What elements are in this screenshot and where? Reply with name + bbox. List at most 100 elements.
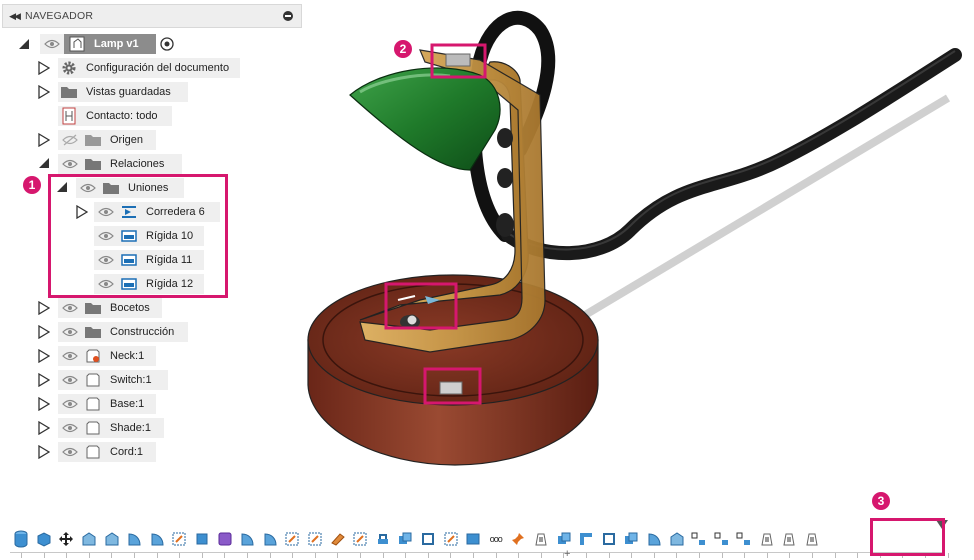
tree-item-saved-views[interactable]: Vistas guardadas: [58, 82, 188, 102]
tree-item-label: Configuración del documento: [86, 62, 230, 74]
timeline-tick: [405, 553, 407, 558]
activate-radio-icon[interactable]: [160, 37, 174, 51]
tree-item-cord[interactable]: Cord:1: [58, 442, 156, 462]
model-viewport[interactable]: 2: [300, 0, 974, 505]
pin-icon[interactable]: [507, 528, 530, 550]
box-icon[interactable]: [33, 528, 56, 550]
expand-arrow-icon[interactable]: [38, 84, 52, 100]
tree-item-label: Neck:1: [110, 350, 145, 362]
hidden-eye-icon[interactable]: [62, 134, 78, 146]
expand-arrow-icon[interactable]: [38, 60, 52, 76]
pattern-icon[interactable]: [710, 528, 733, 550]
collapse-arrow-icon[interactable]: [38, 157, 52, 171]
expand-arrow-icon[interactable]: [38, 444, 52, 460]
collapse-panel-icon[interactable]: ◀◀: [3, 11, 25, 22]
visibility-eye-icon[interactable]: [62, 446, 78, 458]
root-collapse-icon[interactable]: [18, 38, 32, 52]
revolve-icon[interactable]: [643, 528, 666, 550]
tree-item-base[interactable]: Base:1: [58, 394, 156, 414]
component-icon: [84, 396, 102, 412]
joint-icon[interactable]: [801, 528, 824, 550]
offset-face-icon[interactable]: [597, 528, 620, 550]
visibility-eye-icon[interactable]: [44, 38, 60, 50]
joint-icon[interactable]: [778, 528, 801, 550]
expand-arrow-icon[interactable]: [38, 420, 52, 436]
combine-icon[interactable]: [552, 528, 575, 550]
timeline-tick: [834, 553, 836, 558]
tree-item-switch[interactable]: Switch:1: [58, 370, 168, 390]
timeline-tick: [179, 553, 181, 558]
tree-item-relations[interactable]: Relaciones: [58, 154, 182, 174]
offset-face-icon[interactable]: [417, 528, 440, 550]
component-purple-icon[interactable]: [213, 528, 236, 550]
pipe-icon[interactable]: [372, 528, 395, 550]
revolve-icon[interactable]: [123, 528, 146, 550]
tree-item-origin[interactable]: Origen: [58, 130, 156, 150]
tree-row-root[interactable]: Lamp v1: [40, 34, 156, 54]
green-shade: [349, 67, 501, 171]
sketch-icon[interactable]: [168, 528, 191, 550]
more-features-icon[interactable]: ooo: [484, 528, 507, 550]
tree-item-document-settings[interactable]: Configuración del documento: [58, 58, 240, 78]
expand-arrow-icon[interactable]: [38, 132, 52, 148]
browser-panel: ◀◀ NAVEGADOR Lamp v1 Configuración del d…: [0, 0, 304, 470]
folder-icon: [84, 132, 102, 148]
sweep-icon[interactable]: [146, 528, 169, 550]
visibility-eye-icon[interactable]: [62, 326, 78, 338]
visibility-eye-icon[interactable]: [62, 398, 78, 410]
expand-arrow-icon[interactable]: [38, 396, 52, 412]
visibility-eye-icon[interactable]: [62, 350, 78, 362]
extrude-icon[interactable]: [191, 528, 214, 550]
expand-arrow-icon[interactable]: [38, 300, 52, 316]
corner-icon[interactable]: [575, 528, 598, 550]
appearance-icon[interactable]: [326, 528, 349, 550]
tree-item-label: Relaciones: [110, 158, 165, 170]
split-body-icon[interactable]: [462, 528, 485, 550]
visibility-eye-icon[interactable]: [62, 158, 78, 170]
tree-item-label: Cord:1: [110, 446, 144, 458]
expand-arrow-icon[interactable]: [38, 324, 52, 340]
expand-arrow-icon[interactable]: [38, 348, 52, 364]
tree-item-label: Contacto: todo: [86, 110, 158, 122]
tree-item-contact[interactable]: Contacto: todo: [58, 106, 172, 126]
timeline-tick: [111, 553, 113, 558]
sketch-icon[interactable]: [304, 528, 327, 550]
shell-icon[interactable]: [259, 528, 282, 550]
chamfer-icon[interactable]: [100, 528, 123, 550]
contact-set-icon: [60, 107, 78, 125]
tree-item-construction[interactable]: Construcción: [58, 322, 188, 342]
combine-icon[interactable]: [620, 528, 643, 550]
sketch-icon[interactable]: [349, 528, 372, 550]
visibility-eye-icon[interactable]: [62, 302, 78, 314]
timeline-tick: [744, 553, 746, 558]
move-icon[interactable]: [55, 528, 78, 550]
tree-item-neck[interactable]: Neck:1: [58, 346, 156, 366]
pattern-icon[interactable]: [688, 528, 711, 550]
ground-shadow: [557, 94, 951, 334]
fillet-icon[interactable]: [78, 528, 101, 550]
sketch-icon[interactable]: [439, 528, 462, 550]
pattern-icon[interactable]: [733, 528, 756, 550]
expand-arrow-icon[interactable]: [38, 372, 52, 388]
add-feature-icon[interactable]: +: [564, 549, 570, 560]
visibility-eye-icon[interactable]: [62, 374, 78, 386]
timeline-tick: [721, 553, 723, 558]
callout-box-joints: [48, 174, 228, 298]
joint-icon[interactable]: [756, 528, 779, 550]
tree-item-label: Origen: [110, 134, 144, 146]
visibility-eye-icon[interactable]: [62, 422, 78, 434]
joint-icon[interactable]: [530, 528, 553, 550]
extrude-cylinder-icon[interactable]: [10, 528, 33, 550]
tree-item-sketches[interactable]: Bocetos: [58, 298, 162, 318]
root-label: Lamp v1: [94, 38, 139, 50]
fillet-icon[interactable]: [665, 528, 688, 550]
tree-item-shade[interactable]: Shade:1: [58, 418, 164, 438]
combine-icon[interactable]: [394, 528, 417, 550]
callout-badge-3: 3: [872, 492, 890, 510]
timeline-tick: [292, 553, 294, 558]
sketch-icon[interactable]: [281, 528, 304, 550]
timeline-tick: [586, 553, 587, 558]
loft-icon[interactable]: [236, 528, 259, 550]
timeline-tick: [337, 553, 339, 558]
minimize-icon[interactable]: [283, 11, 293, 21]
